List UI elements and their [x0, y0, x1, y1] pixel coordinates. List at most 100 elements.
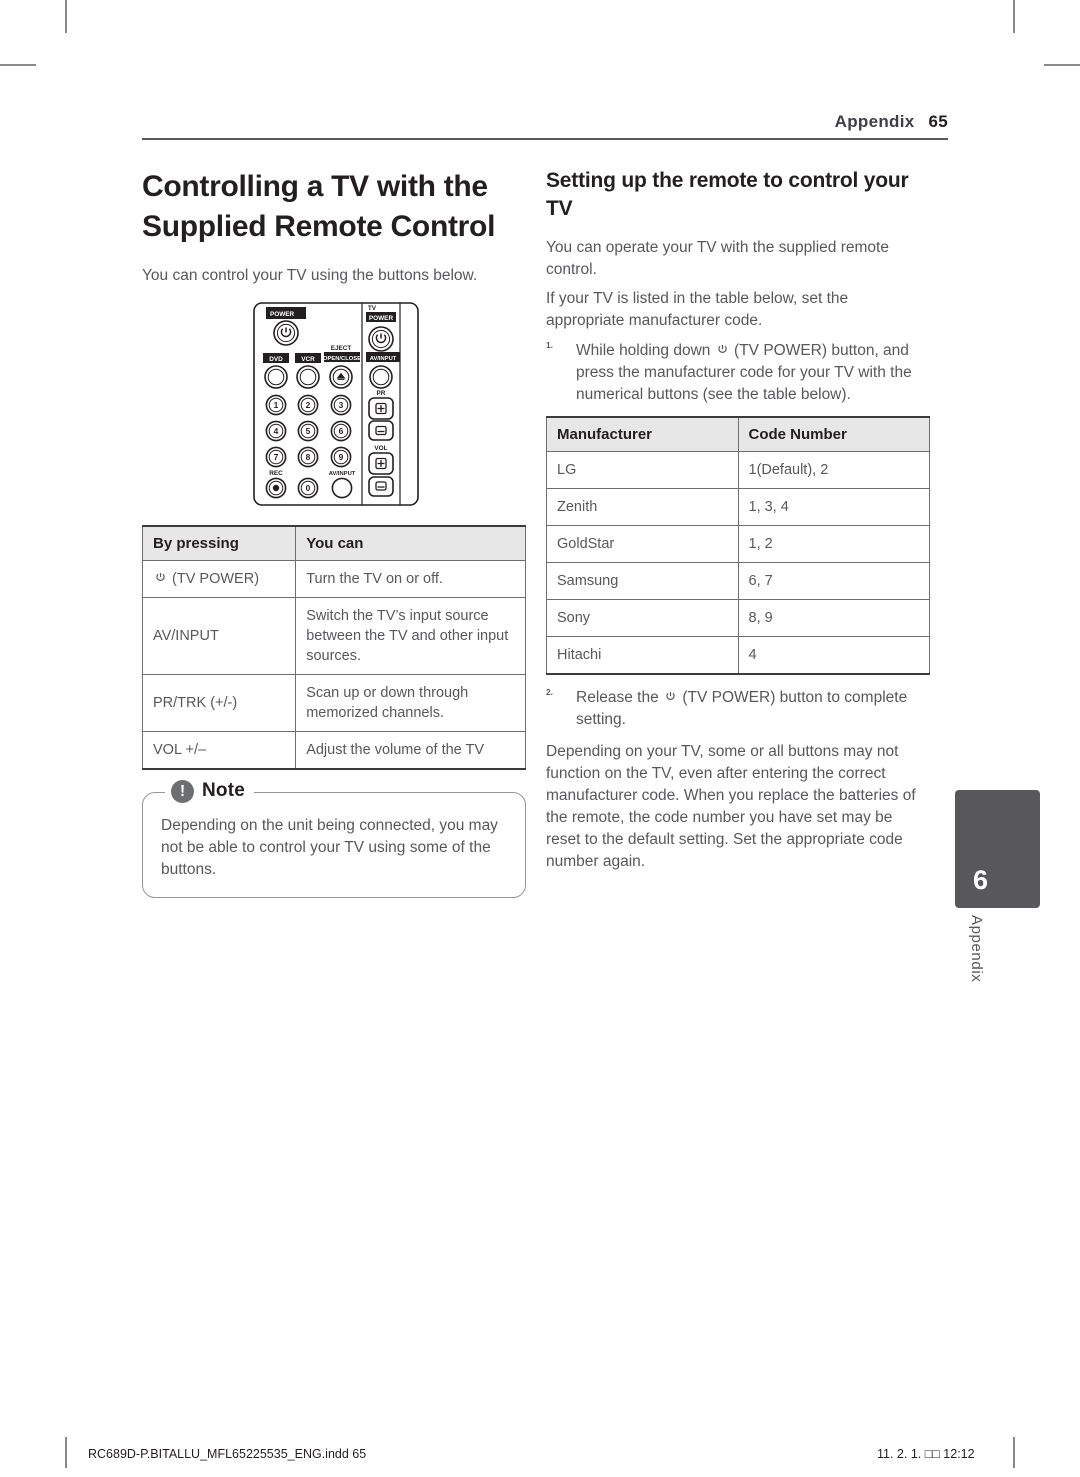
cell-action: Turn the TV on or off. [295, 559, 526, 598]
table-row: Samsung 6, 7 [546, 562, 930, 601]
crop-mark-left-top [0, 64, 36, 66]
table-row: VOL +/– Adjust the volume of the TV [141, 730, 526, 770]
right-column: Setting up the remote to control your TV… [546, 167, 930, 880]
setup-steps-list-continued: 2. Release the (TV POWER) button to compl… [546, 687, 930, 731]
remote-control-figure: .ol { fill:none; stroke:#231f20; stroke-… [142, 295, 526, 511]
svg-text:4: 4 [274, 426, 279, 436]
side-tab-number: 6 [973, 865, 989, 895]
svg-text:OPEN/CLOSE: OPEN/CLOSE [323, 356, 361, 362]
cell-manufacturer: Hitachi [546, 636, 739, 676]
table-row: LG 1(Default), 2 [546, 451, 930, 490]
table-row: Sony 8, 9 [546, 599, 930, 638]
cell-manufacturer: LG [546, 451, 739, 490]
cell-action: Switch the TV’s input source between the… [295, 596, 526, 675]
svg-text:5: 5 [306, 426, 311, 436]
table-row: GoldStar 1, 2 [546, 525, 930, 564]
cell-code: 4 [737, 636, 930, 676]
manufacturer-code-table: Manufacturer Code Number LG 1(Default), … [546, 416, 930, 676]
exclamation-icon: ! [171, 779, 194, 803]
note-box: ! Note Depending on the unit being conne… [142, 779, 526, 898]
column-header-you-can: You can [295, 524, 526, 561]
setup-steps-list: 1. While holding down (TV POWER) button, … [546, 340, 930, 406]
svg-text:AV/INPUT: AV/INPUT [370, 356, 397, 362]
svg-text:TV: TV [368, 305, 377, 312]
svg-text:3: 3 [339, 400, 344, 410]
svg-text:REC: REC [269, 470, 283, 477]
table-header-row: By pressing You can [141, 524, 526, 561]
section-heading-controlling-tv: Controlling a TV with the Supplied Remot… [142, 170, 496, 243]
svg-text:VCR: VCR [301, 356, 315, 363]
svg-text:EJECT: EJECT [331, 345, 352, 352]
cell-code: 1, 3, 4 [737, 488, 930, 527]
cell-manufacturer: Zenith [546, 488, 739, 527]
list-item: 2. Release the (TV POWER) button to compl… [546, 687, 930, 731]
intro-paragraph: You can control your TV using the button… [142, 266, 478, 284]
cell-code: 8, 9 [737, 599, 930, 638]
left-column: Controlling a TV with the Supplied Remot… [141, 167, 526, 898]
cell-manufacturer: Samsung [546, 562, 739, 601]
footer-timestamp: 11. 2. 1. □□ 12:12 [877, 1447, 975, 1461]
step-text-before: Release the [576, 689, 659, 707]
closing-paragraph: Depending on your TV, some or all button… [546, 743, 916, 871]
step-number: 1. [546, 340, 553, 351]
header-rule [142, 138, 948, 140]
footer-filename: RC689D-P.BITALLU_MFL65225535_ENG.indd 65 [88, 1447, 367, 1461]
cell-button: AV/INPUT [141, 596, 297, 675]
column-header-manufacturer: Manufacturer [546, 416, 739, 453]
table-row: (TV POWER) Turn the TV on or off. [141, 559, 526, 598]
svg-text:AV/INPUT: AV/INPUT [329, 471, 356, 477]
button-function-table: By pressing You can (TV POWER) Turn the … [141, 524, 526, 770]
svg-text:1: 1 [274, 400, 279, 410]
cell-button: (TV POWER) [141, 559, 297, 598]
table-row: PR/TRK (+/-) Scan up or down through mem… [141, 673, 526, 732]
step-number: 2. [546, 687, 553, 698]
power-icon [154, 571, 167, 584]
power-icon [664, 690, 677, 703]
cell-code: 1(Default), 2 [737, 451, 930, 490]
svg-text:9: 9 [339, 452, 344, 462]
section-heading-setting-up-remote: Setting up the remote to control your TV [546, 169, 909, 221]
table-header-row: Manufacturer Code Number [546, 416, 930, 453]
cell-manufacturer: Sony [546, 599, 739, 638]
crop-mark-bottom-left [65, 1437, 67, 1468]
list-item: 1. While holding down (TV POWER) button, … [546, 340, 930, 406]
step-text-before: While holding down [576, 342, 711, 360]
svg-text:DVD: DVD [269, 356, 283, 363]
column-header-by-pressing: By pressing [141, 524, 297, 561]
cell-code: 1, 2 [737, 525, 930, 564]
note-text: Depending on the unit being connected, y… [161, 816, 498, 878]
crop-mark-top-right [1013, 0, 1015, 33]
page-number: 65 [928, 112, 948, 131]
side-tab-label: Appendix [968, 915, 985, 983]
right-paragraph-2: If your TV is listed in the table below,… [546, 290, 849, 330]
crop-mark-top-left [65, 0, 67, 33]
cell-action: Scan up or down through memorized channe… [295, 673, 526, 732]
svg-text:8: 8 [306, 452, 311, 462]
crop-mark-bottom-right [1013, 1437, 1015, 1468]
svg-text:VOL: VOL [374, 445, 387, 452]
svg-text:0: 0 [306, 483, 311, 493]
running-head: Appendix 65 [142, 112, 948, 132]
svg-text:6: 6 [339, 426, 344, 436]
running-head-label: Appendix [834, 112, 915, 131]
cell-button: VOL +/– [141, 730, 297, 770]
note-header: ! Note [165, 779, 255, 803]
cell-button-label: (TV POWER) [172, 570, 260, 587]
page-content-area: Appendix 65 Controlling a TV with the Sup… [65, 64, 1015, 1448]
svg-text:7: 7 [274, 452, 279, 462]
table-row: AV/INPUT Switch the TV’s input source be… [141, 596, 526, 675]
cell-action: Adjust the volume of the TV [295, 730, 526, 770]
svg-text:2: 2 [306, 400, 311, 410]
table-row: Zenith 1, 3, 4 [546, 488, 930, 527]
side-tab-chapter: 6 [955, 790, 1040, 908]
cell-manufacturer: GoldStar [546, 525, 739, 564]
note-title: Note [202, 780, 246, 802]
column-header-code-number: Code Number [737, 416, 930, 453]
cell-code: 6, 7 [737, 562, 930, 601]
right-paragraph-1: You can operate your TV with the supplie… [546, 239, 889, 279]
power-icon [716, 343, 729, 356]
crop-mark-right-top [1044, 64, 1080, 66]
svg-text:POWER: POWER [369, 315, 394, 322]
table-row: Hitachi 4 [546, 636, 930, 676]
cell-button: PR/TRK (+/-) [141, 673, 297, 732]
